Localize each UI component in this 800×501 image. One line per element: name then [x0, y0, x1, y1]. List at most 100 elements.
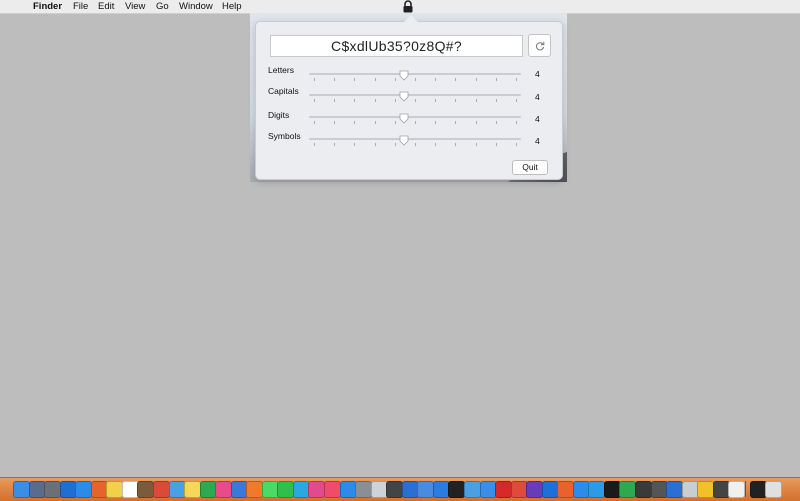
wechat-icon[interactable]: [277, 481, 295, 498]
slider-tick: [415, 143, 416, 146]
menu-go[interactable]: Go: [156, 0, 169, 13]
slider-thumb[interactable]: [399, 68, 409, 81]
calendar-icon[interactable]: [121, 481, 139, 498]
slider-thumb[interactable]: [399, 111, 409, 124]
slider-tick: [415, 78, 416, 81]
slider-track: [309, 116, 521, 118]
capitals-value: 4: [535, 92, 540, 102]
slider-tick: [374, 99, 376, 102]
symbols-value: 4: [535, 136, 540, 146]
symbols-slider[interactable]: [309, 132, 521, 146]
slider-tick: [354, 121, 356, 124]
tools-icon[interactable]: [712, 481, 730, 498]
slider-tick: [334, 143, 336, 146]
slider-tick: [394, 121, 396, 124]
slider-tick: [314, 78, 315, 81]
slider-tick: [455, 143, 457, 146]
letters-slider[interactable]: [309, 67, 521, 81]
disk-icon[interactable]: [370, 481, 388, 498]
slider-tick: [314, 143, 315, 146]
vpn2-icon[interactable]: [666, 481, 684, 498]
iterm-icon[interactable]: [603, 481, 621, 498]
slider-tick: [475, 143, 477, 146]
slider-tick: [475, 121, 477, 124]
stickies-icon[interactable]: [184, 481, 202, 498]
slider-tick: [314, 99, 315, 102]
music-icon[interactable]: [324, 481, 341, 498]
vpn-icon[interactable]: [541, 481, 559, 498]
notes-icon[interactable]: [106, 481, 124, 498]
mail-icon[interactable]: [75, 481, 93, 498]
slider-tick: [314, 121, 315, 124]
firefox2-icon[interactable]: [557, 481, 575, 498]
slider-tick: [495, 78, 497, 81]
draft-icon[interactable]: [728, 481, 746, 498]
slider-tick: [354, 143, 356, 146]
menu-app-name[interactable]: Finder: [33, 0, 62, 13]
slider-tick: [334, 121, 336, 124]
menu-bar: Finder File Edit View Go Window Help: [0, 0, 800, 14]
menu-file[interactable]: File: [73, 0, 88, 13]
clock-icon[interactable]: [386, 481, 404, 498]
itunes-icon[interactable]: [308, 481, 326, 498]
maps-icon[interactable]: [168, 481, 186, 498]
zoom-icon[interactable]: [572, 481, 590, 498]
mail2-icon[interactable]: [152, 481, 170, 498]
pdf-icon[interactable]: [510, 481, 528, 498]
outlook-icon[interactable]: [59, 481, 77, 498]
visualstudio-icon[interactable]: [526, 481, 544, 498]
photo-icon[interactable]: [137, 481, 155, 498]
preview-icon[interactable]: [463, 481, 481, 498]
slider-tick: [435, 143, 437, 146]
refresh-button[interactable]: [528, 34, 551, 57]
trash-icon[interactable]: [765, 481, 783, 498]
slider-tick: [334, 78, 336, 81]
menu-view[interactable]: View: [125, 0, 145, 13]
keynote-icon[interactable]: [230, 481, 248, 498]
slider-tick: [495, 99, 497, 102]
refresh-icon: [535, 41, 544, 50]
safari-icon[interactable]: [588, 481, 606, 498]
password-field[interactable]: C$xdlUb35?0z8Q#?: [270, 35, 523, 57]
capitals-label: Capitals: [268, 86, 299, 96]
slider-thumb[interactable]: [399, 133, 409, 146]
slider-thumb[interactable]: [399, 89, 409, 102]
appstore-icon[interactable]: [339, 481, 357, 498]
games-icon[interactable]: [650, 481, 668, 498]
box-icon[interactable]: [681, 481, 699, 498]
capitals-slider[interactable]: [309, 88, 521, 102]
screen-icon[interactable]: [635, 481, 652, 498]
menu-help[interactable]: Help: [222, 0, 242, 13]
lock-icon[interactable]: [402, 0, 414, 13]
firefox-icon[interactable]: [90, 481, 108, 498]
slider-tick: [374, 121, 376, 124]
lock-app-icon[interactable]: [749, 481, 767, 498]
onepassword-icon[interactable]: [401, 481, 419, 498]
photos-icon[interactable]: [215, 481, 233, 498]
skype-icon[interactable]: [292, 481, 310, 498]
bluetooth-icon[interactable]: [417, 481, 435, 498]
run-icon[interactable]: [697, 481, 715, 498]
sheets-icon[interactable]: [619, 481, 637, 498]
launchpad-icon[interactable]: [28, 481, 46, 498]
rocket-icon[interactable]: [44, 481, 62, 498]
xcode-icon[interactable]: [432, 481, 450, 498]
menu-window[interactable]: Window: [179, 0, 213, 13]
messages-icon[interactable]: [261, 481, 279, 498]
pages-icon[interactable]: [246, 481, 264, 498]
slider-tick: [475, 78, 477, 81]
slider-tick: [374, 143, 376, 146]
terminal-icon[interactable]: [448, 481, 466, 498]
finder2-icon[interactable]: [479, 481, 497, 498]
menu-edit[interactable]: Edit: [98, 0, 114, 13]
digits-slider[interactable]: [309, 110, 521, 124]
settings-icon[interactable]: [355, 481, 373, 498]
letters-value: 4: [535, 69, 540, 79]
acrobat-icon[interactable]: [495, 481, 513, 498]
slider-tick: [495, 143, 497, 146]
slider-tick: [475, 99, 477, 102]
finder-icon[interactable]: [13, 481, 30, 498]
numbers-icon[interactable]: [199, 481, 217, 498]
slider-track: [309, 94, 521, 96]
quit-button[interactable]: Quit: [512, 160, 548, 175]
